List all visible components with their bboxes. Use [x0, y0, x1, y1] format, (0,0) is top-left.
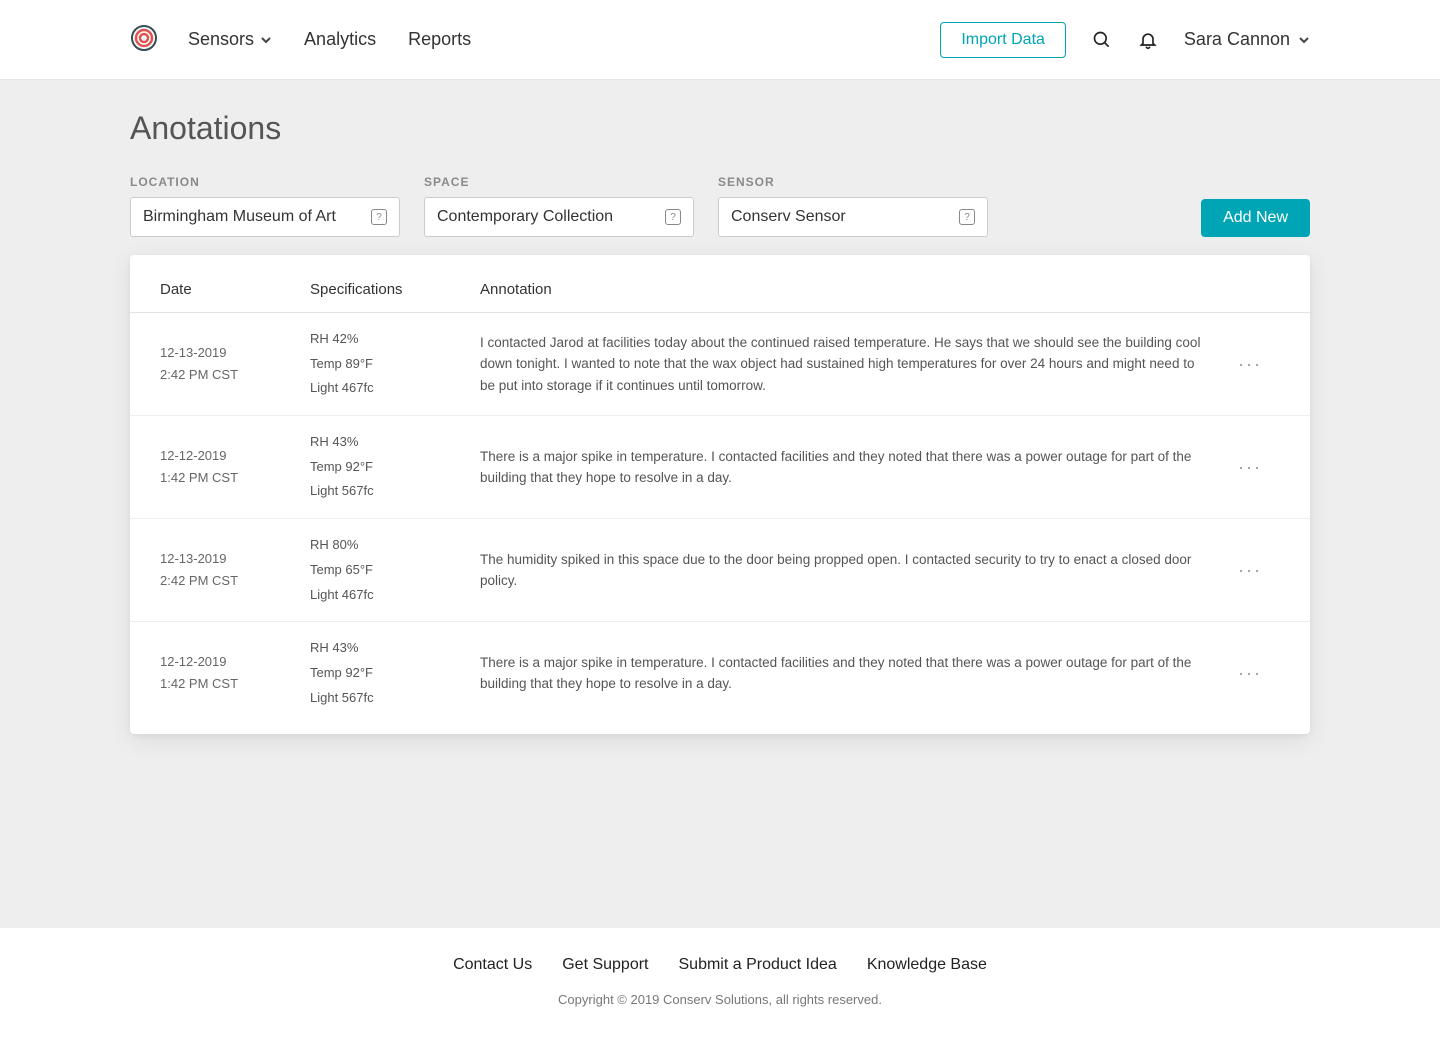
spec-light: Light 467fc [310, 376, 480, 401]
filter-sensor-label: SENSOR [718, 175, 988, 189]
spec-temp: Temp 89°F [310, 352, 480, 377]
location-value: Birmingham Museum of Art [143, 208, 336, 226]
sensor-value: Conserv Sensor [731, 208, 846, 226]
notifications-button[interactable] [1138, 30, 1158, 50]
nav-analytics-label: Analytics [304, 29, 376, 50]
row-actions[interactable]: ··· [1220, 457, 1280, 478]
row-actions[interactable]: ··· [1220, 560, 1280, 581]
help-icon: ? [371, 209, 387, 225]
footer-links: Contact Us Get Support Submit a Product … [0, 956, 1440, 974]
date-line2: 1:42 PM CST [160, 673, 310, 695]
logo[interactable] [130, 24, 158, 55]
header-right: Import Data Sara Cannon [940, 22, 1310, 58]
page-title: Anotations [130, 110, 1310, 147]
import-data-button[interactable]: Import Data [940, 22, 1066, 58]
date-line2: 2:42 PM CST [160, 570, 310, 592]
site-footer: Contact Us Get Support Submit a Product … [0, 928, 1440, 1047]
spec-temp: Temp 92°F [310, 455, 480, 480]
annotations-card: Date Specifications Annotation 12-13-201… [130, 255, 1310, 734]
cell-specs: RH 43%Temp 92°FLight 567fc [310, 636, 480, 710]
more-icon: ··· [1238, 354, 1262, 375]
date-line2: 1:42 PM CST [160, 467, 310, 489]
more-icon: ··· [1238, 663, 1262, 684]
chevron-down-icon [1298, 34, 1310, 46]
table-row: 12-12-20191:42 PM CSTRH 43%Temp 92°FLigh… [130, 416, 1310, 519]
nav-reports[interactable]: Reports [408, 29, 471, 50]
cell-specs: RH 80%Temp 65°FLight 467fc [310, 533, 480, 607]
space-value: Contemporary Collection [437, 208, 613, 226]
spec-light: Light 567fc [310, 686, 480, 711]
help-icon: ? [665, 209, 681, 225]
cell-specs: RH 43%Temp 92°FLight 567fc [310, 430, 480, 504]
user-name: Sara Cannon [1184, 29, 1290, 50]
nav-reports-label: Reports [408, 29, 471, 50]
help-icon: ? [959, 209, 975, 225]
top-header: Sensors Analytics Reports Import Data Sa… [0, 0, 1440, 80]
footer-contact[interactable]: Contact Us [453, 956, 532, 974]
date-line1: 12-13-2019 [160, 548, 310, 570]
table-header: Date Specifications Annotation [130, 275, 1310, 313]
bell-icon [1138, 30, 1158, 50]
cell-date: 12-13-20192:42 PM CST [160, 548, 310, 592]
date-line1: 12-12-2019 [160, 445, 310, 467]
spec-temp: Temp 92°F [310, 661, 480, 686]
date-line1: 12-13-2019 [160, 342, 310, 364]
nav-analytics[interactable]: Analytics [304, 29, 376, 50]
filter-sensor: SENSOR Conserv Sensor ? [718, 175, 988, 237]
spec-rh: RH 43% [310, 430, 480, 455]
footer-kb[interactable]: Knowledge Base [867, 956, 987, 974]
cell-annotation: The humidity spiked in this space due to… [480, 549, 1220, 592]
chevron-down-icon [260, 34, 272, 46]
nav-sensors-label: Sensors [188, 29, 254, 50]
footer-idea[interactable]: Submit a Product Idea [679, 956, 837, 974]
cell-annotation: There is a major spike in temperature. I… [480, 652, 1220, 695]
spec-rh: RH 43% [310, 636, 480, 661]
table-row: 12-13-20192:42 PM CSTRH 80%Temp 65°FLigh… [130, 519, 1310, 622]
filter-space-label: SPACE [424, 175, 694, 189]
copyright: Copyright © 2019 Conserv Solutions, all … [0, 992, 1440, 1007]
footer-support[interactable]: Get Support [562, 956, 648, 974]
spec-light: Light 467fc [310, 583, 480, 608]
filter-location-label: LOCATION [130, 175, 400, 189]
cell-date: 12-13-20192:42 PM CST [160, 342, 310, 386]
search-button[interactable] [1092, 30, 1112, 50]
filter-location: LOCATION Birmingham Museum of Art ? [130, 175, 400, 237]
row-actions[interactable]: ··· [1220, 663, 1280, 684]
cell-date: 12-12-20191:42 PM CST [160, 445, 310, 489]
table-row: 12-13-20192:42 PM CSTRH 42%Temp 89°FLigh… [130, 313, 1310, 416]
more-icon: ··· [1238, 560, 1262, 581]
spec-light: Light 567fc [310, 479, 480, 504]
user-menu[interactable]: Sara Cannon [1184, 29, 1310, 50]
spec-rh: RH 80% [310, 533, 480, 558]
spec-temp: Temp 65°F [310, 558, 480, 583]
th-annotation: Annotation [480, 281, 1220, 298]
row-actions[interactable]: ··· [1220, 354, 1280, 375]
filter-space: SPACE Contemporary Collection ? [424, 175, 694, 237]
date-line1: 12-12-2019 [160, 651, 310, 673]
logo-icon [130, 24, 158, 52]
more-icon: ··· [1238, 457, 1262, 478]
sensor-select[interactable]: Conserv Sensor ? [718, 197, 988, 237]
th-date: Date [160, 281, 310, 298]
cell-annotation: I contacted Jarod at facilities today ab… [480, 332, 1220, 397]
cell-date: 12-12-20191:42 PM CST [160, 651, 310, 695]
primary-nav: Sensors Analytics Reports [188, 29, 471, 50]
date-line2: 2:42 PM CST [160, 364, 310, 386]
spec-rh: RH 42% [310, 327, 480, 352]
table-row: 12-12-20191:42 PM CSTRH 43%Temp 92°FLigh… [130, 622, 1310, 724]
filters-row: LOCATION Birmingham Museum of Art ? SPAC… [130, 175, 1310, 237]
main-content: Anotations LOCATION Birmingham Museum of… [0, 80, 1440, 928]
location-select[interactable]: Birmingham Museum of Art ? [130, 197, 400, 237]
th-specs: Specifications [310, 281, 480, 298]
nav-sensors[interactable]: Sensors [188, 29, 272, 50]
cell-specs: RH 42%Temp 89°FLight 467fc [310, 327, 480, 401]
add-new-button[interactable]: Add New [1201, 199, 1310, 237]
space-select[interactable]: Contemporary Collection ? [424, 197, 694, 237]
cell-annotation: There is a major spike in temperature. I… [480, 446, 1220, 489]
search-icon [1092, 30, 1112, 50]
